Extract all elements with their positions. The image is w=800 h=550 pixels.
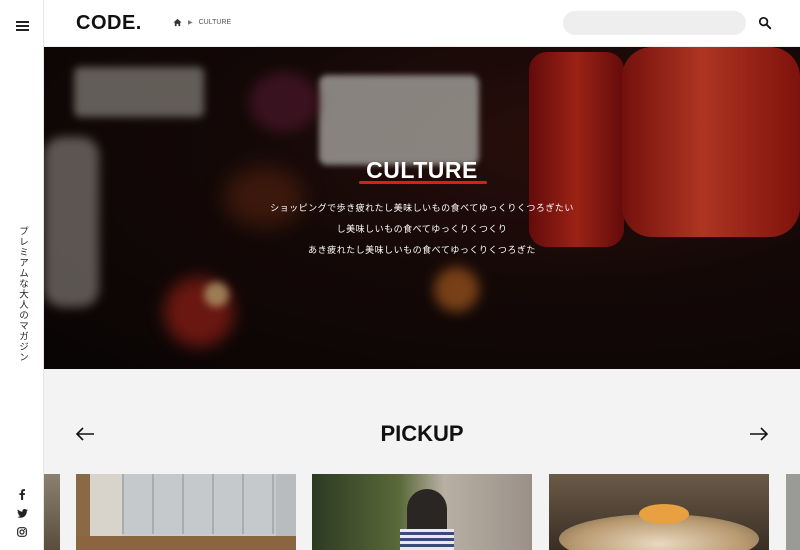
pickup-card[interactable] (786, 474, 800, 550)
hero-text-line: し美味しいもの食べてゆっくりくつくり (336, 225, 508, 235)
card-photo-detail (400, 529, 454, 550)
instagram-icon[interactable] (15, 525, 29, 539)
pickup-card[interactable] (44, 474, 60, 550)
menu-icon[interactable] (16, 20, 29, 31)
hero-text-line: ショッピングで歩き疲れたし美味しいもの食べてゆっくりくつろぎたい (270, 204, 574, 214)
title-underline (359, 181, 487, 184)
pickup-title: PICKUP (380, 421, 464, 446)
card-photo-detail (76, 536, 296, 550)
search-icon[interactable] (758, 16, 772, 30)
breadcrumb-separator: ▶ (188, 20, 193, 26)
arrow-right-icon[interactable] (749, 427, 769, 441)
breadcrumb-current[interactable]: CULTURE (199, 19, 232, 26)
pickup-section: PICKUP (44, 369, 800, 550)
rail-tagline: プレミアムな大人のマガジン (17, 226, 28, 363)
site-logo[interactable]: CODE. (76, 12, 142, 35)
facebook-icon[interactable] (15, 487, 29, 501)
pickup-card[interactable] (312, 474, 532, 550)
hero-text-line: あき疲れたし美味しいもの食べてゆっくりくつろぎた (308, 246, 536, 256)
breadcrumb: ▶ CULTURE (173, 18, 231, 27)
card-photo-detail (639, 504, 689, 524)
pickup-card[interactable] (76, 474, 296, 550)
side-rail: プレミアムな大人のマガジン (0, 0, 44, 550)
card-photo-detail (122, 474, 276, 534)
hero-banner: CULTURE ショッピングで歩き疲れたし美味しいもの食べてゆっくりくつろぎたい… (44, 47, 800, 369)
twitter-icon[interactable] (15, 506, 29, 520)
pickup-card[interactable] (549, 474, 769, 550)
search-input[interactable] (563, 11, 746, 35)
home-icon[interactable] (173, 18, 182, 27)
hero-title: CULTURE (366, 157, 478, 183)
top-header: CODE. ▶ CULTURE (44, 0, 800, 47)
